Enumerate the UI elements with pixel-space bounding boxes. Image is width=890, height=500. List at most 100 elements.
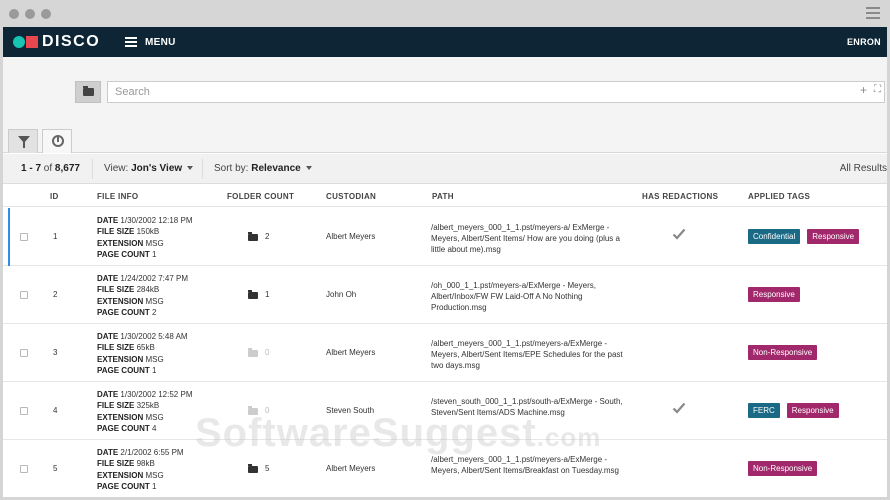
window-maximize-dot[interactable]	[41, 9, 51, 19]
search-tree-icon[interactable]: ⛶	[874, 84, 881, 95]
table-row[interactable]: 5 DATE 2/1/2002 6:55 PM FILE SIZE 98kB EXTE…	[3, 440, 887, 497]
date-value: 1/24/2002 7:47 PM	[120, 274, 189, 283]
file-path[interactable]: /albert_meyers_000_1_1.pst/meyers-a/ExMe…	[431, 454, 623, 476]
chevron-down-icon	[305, 166, 312, 171]
date-value: 2/1/2002 6:55 PM	[120, 448, 184, 457]
row-checkbox[interactable]	[20, 465, 28, 473]
sort-value: Relevance	[251, 163, 301, 174]
col-folder-count[interactable]: FOLDER COUNT	[227, 192, 294, 201]
file-date: DATE 1/24/2002 7:47 PM	[97, 273, 188, 284]
file-path[interactable]: /oh_000_1_1.pst/meyers-a/ExMerge - Meyer…	[431, 280, 623, 314]
table-row[interactable]: 4 DATE 1/30/2002 12:52 PM FILE SIZE 325kB E…	[3, 382, 887, 440]
tag-badge[interactable]: Non-Responsive	[748, 461, 818, 476]
filter-icon	[18, 136, 30, 148]
folder-count[interactable]: 0	[248, 405, 269, 415]
window-menu-icon[interactable]	[866, 7, 880, 19]
row-checkbox[interactable]	[20, 291, 28, 299]
window-close-dot[interactable]	[9, 9, 19, 19]
col-custodian[interactable]: CUSTODIAN	[326, 192, 376, 201]
page-count: PAGE COUNT 1	[97, 249, 192, 260]
tag-badge[interactable]: Responsive	[807, 229, 860, 244]
table-header: ID FILE INFO FOLDER COUNT CUSTODIAN PATH…	[3, 185, 887, 207]
row-id[interactable]: 3	[53, 348, 57, 357]
search-placeholder: Search	[115, 86, 150, 98]
file-size-value: 98kB	[136, 459, 155, 469]
file-extension: EXTENSION MSG	[97, 470, 184, 481]
folder-count-value: 1	[265, 290, 270, 299]
file-size-label: FILE SIZE	[97, 401, 135, 411]
tag-badge[interactable]: Responsive	[748, 287, 800, 302]
file-path[interactable]: /steven_south_000_1_1.pst/south-a/ExMerg…	[431, 396, 623, 418]
logo-square-icon	[26, 36, 38, 48]
menu-button[interactable]: MENU	[125, 27, 176, 57]
row-id[interactable]: 4	[53, 406, 57, 415]
table-row[interactable]: 3 DATE 1/30/2002 5:48 AM FILE SIZE 65kB EXT…	[3, 324, 887, 382]
tag-badge[interactable]: Confidential	[748, 229, 801, 244]
table-row[interactable]: 2 DATE 1/24/2002 7:47 PM FILE SIZE 284kB EX…	[3, 266, 887, 324]
view-selector[interactable]: View: Jon's View	[104, 163, 194, 174]
file-info: DATE 1/30/2002 12:52 PM FILE SIZE 325kB EX…	[97, 389, 192, 434]
search-input[interactable]: Search + ⛶	[107, 81, 885, 103]
sort-selector[interactable]: Sort by: Relevance	[214, 163, 312, 174]
col-path[interactable]: PATH	[432, 192, 454, 201]
app: DISCO MENU ENRON Search + ⛶ 1 - 7 of 8,6…	[3, 27, 887, 497]
folder-count[interactable]: 5	[248, 463, 269, 473]
workspace-name[interactable]: ENRON	[847, 27, 881, 57]
folder-icon	[83, 86, 94, 96]
col-id[interactable]: ID	[50, 192, 59, 201]
file-size: FILE SIZE 150kB	[97, 226, 192, 237]
tab-filters[interactable]	[8, 129, 38, 153]
file-extension: EXTENSION MSG	[97, 354, 188, 365]
applied-tags: FERC Responsive	[748, 403, 846, 418]
window-minimize-dot[interactable]	[25, 9, 35, 19]
all-results-link[interactable]: All Results	[840, 163, 887, 174]
folder-count[interactable]: 0	[248, 347, 269, 357]
extension-label: EXTENSION	[97, 412, 144, 422]
col-applied-tags[interactable]: APPLIED TAGS	[748, 192, 810, 201]
add-search-term-icon[interactable]: +	[860, 83, 867, 97]
result-count: 1 - 7 of 8,677	[21, 163, 80, 174]
applied-tags: Responsive	[748, 287, 807, 302]
extension-value: MSG	[145, 296, 164, 306]
applied-tags: Non-Responsive	[748, 461, 824, 476]
row-checkbox[interactable]	[20, 407, 28, 415]
row-checkbox[interactable]	[20, 349, 28, 357]
view-value: Jon's View	[131, 163, 183, 174]
extension-value: MSG	[145, 354, 164, 364]
date-label: DATE	[97, 390, 119, 399]
folder-icon	[248, 463, 258, 473]
toolbar-divider	[92, 159, 93, 179]
browser-window: DISCO MENU ENRON Search + ⛶ 1 - 7 of 8,6…	[0, 0, 890, 500]
row-id[interactable]: 1	[53, 232, 57, 241]
extension-label: EXTENSION	[97, 238, 144, 248]
result-of-label: of	[43, 163, 53, 174]
applied-tags: Non-Responsive	[748, 345, 824, 360]
page-count-label: PAGE COUNT	[97, 307, 150, 317]
tag-badge[interactable]: Non-Responsive	[748, 345, 818, 360]
extension-label: EXTENSION	[97, 296, 144, 306]
menu-label: MENU	[145, 36, 176, 48]
folder-count[interactable]: 2	[248, 231, 269, 241]
file-info: DATE 1/30/2002 12:18 PM FILE SIZE 150kB EX…	[97, 215, 192, 260]
folder-count[interactable]: 1	[248, 289, 270, 299]
page-count: PAGE COUNT 4	[97, 423, 192, 434]
disco-logo[interactable]: DISCO	[13, 33, 100, 51]
results-toolbar: 1 - 7 of 8,677 View: Jon's View Sort by:…	[3, 154, 887, 184]
tag-badge[interactable]: FERC	[748, 403, 780, 418]
col-has-redactions[interactable]: HAS REDACTIONS	[642, 192, 718, 201]
folder-browse-button[interactable]	[75, 81, 101, 103]
tab-analytics[interactable]	[42, 129, 72, 153]
hamburger-icon	[125, 35, 137, 49]
row-id[interactable]: 5	[53, 464, 57, 473]
file-path[interactable]: /albert_meyers_000_1_1.pst/meyers-a/ExMe…	[431, 338, 623, 372]
row-id[interactable]: 2	[53, 290, 57, 299]
row-checkbox[interactable]	[20, 233, 28, 241]
custodian: Albert Meyers	[326, 464, 376, 473]
file-extension: EXTENSION MSG	[97, 412, 192, 423]
col-file-info[interactable]: FILE INFO	[97, 192, 138, 201]
file-size-label: FILE SIZE	[97, 459, 135, 469]
table-row[interactable]: 1 DATE 1/30/2002 12:18 PM FILE SIZE 150kB E…	[3, 208, 887, 266]
tag-badge[interactable]: Responsive	[786, 403, 839, 418]
date-label: DATE	[97, 332, 119, 341]
file-path[interactable]: /albert_meyers_000_1_1.pst/meyers-a/ ExM…	[431, 222, 623, 256]
